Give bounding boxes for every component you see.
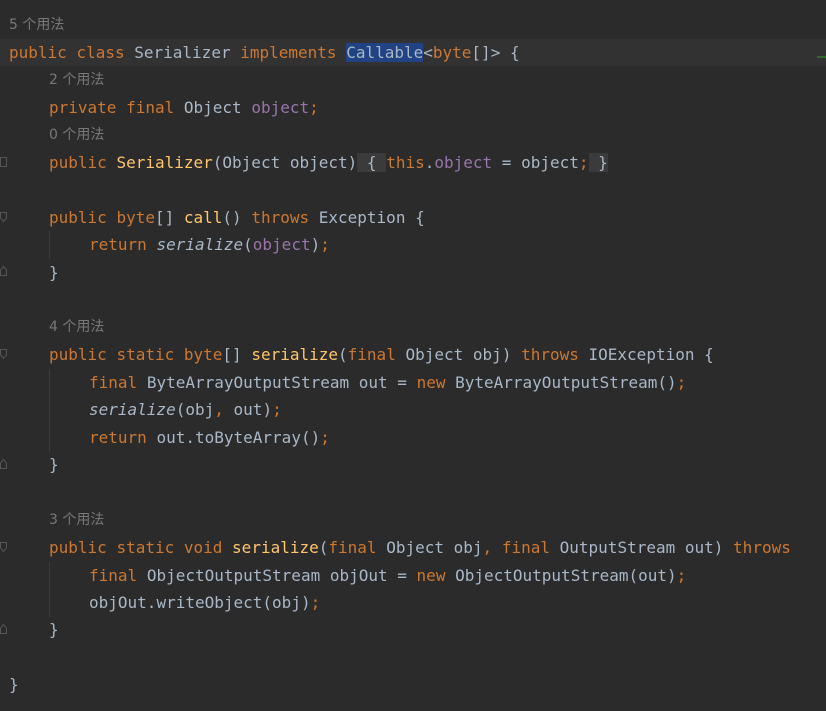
usage-hint[interactable]: 0 个用法 — [49, 122, 104, 149]
type-name: Object — [222, 153, 281, 172]
keyword: final — [89, 373, 138, 392]
usage-hint-line: 2 个用法 — [0, 67, 826, 94]
keyword: return — [89, 235, 147, 254]
variable-name: out — [233, 400, 263, 419]
parameter-name: obj — [453, 538, 483, 557]
code-line[interactable]: } — [0, 671, 826, 698]
keyword: return — [89, 428, 147, 447]
code-line[interactable]: return out.toByteArray(); — [0, 424, 826, 451]
type-name: ByteArrayOutputStream — [455, 373, 658, 392]
code-line[interactable]: } — [0, 259, 826, 286]
type-name: ByteArrayOutputStream — [146, 373, 350, 392]
variable-name: out — [156, 428, 186, 447]
code-line[interactable]: private final Object object; — [0, 94, 826, 121]
keyword: void — [183, 538, 223, 557]
field-name: object — [434, 153, 493, 172]
keyword: public — [49, 208, 107, 227]
method-call: serialize — [89, 400, 176, 419]
keyword: public — [49, 538, 107, 557]
folded-region[interactable]: } — [588, 153, 608, 172]
usage-hint[interactable]: 3 个用法 — [49, 507, 104, 534]
code-line[interactable]: public static void serialize(final Objec… — [0, 534, 826, 561]
type-name: ObjectOutputStream — [146, 566, 321, 585]
type-name: ObjectOutputStream — [455, 566, 629, 585]
usage-hint-line: 5 个用法 — [0, 12, 826, 39]
variable-name: out — [358, 373, 388, 392]
constructor-name: Serializer — [116, 153, 213, 172]
keyword: byte — [183, 345, 223, 364]
code-line[interactable]: } — [0, 616, 826, 643]
keyword: implements — [240, 43, 337, 62]
keyword: this — [386, 153, 425, 172]
keyword: final — [501, 538, 550, 557]
class-name: Serializer — [134, 43, 231, 62]
folded-region[interactable]: { — [357, 153, 387, 172]
type-name: Exception — [318, 208, 406, 227]
code-line[interactable]: public Serializer(Object object) { this.… — [0, 149, 826, 176]
code-line[interactable]: return serialize(object); — [0, 231, 826, 258]
method-name: call — [183, 208, 223, 227]
keyword: byte — [116, 208, 155, 227]
field-name: object — [251, 98, 310, 117]
parameter-name: obj — [272, 593, 301, 612]
keyword: public — [49, 153, 107, 172]
keyword: public — [49, 345, 107, 364]
code-editor[interactable]: 5 个用法 public class Serializer implements… — [0, 0, 826, 711]
method-name: serialize — [232, 538, 319, 557]
selected-type: Callable — [346, 43, 424, 62]
keyword: static — [116, 538, 175, 557]
method-name: serialize — [251, 345, 339, 364]
parameter-name: object — [521, 153, 579, 172]
keyword: public — [9, 43, 67, 62]
keyword: new — [416, 373, 446, 392]
usage-hint-line: 3 个用法 — [0, 507, 826, 534]
usage-hint-line: 0 个用法 — [0, 122, 826, 149]
keyword: throws — [733, 538, 791, 557]
method-call: writeObject — [156, 593, 263, 612]
code-line[interactable]: public class Serializer implements Calla… — [0, 39, 826, 66]
keyword: class — [76, 43, 125, 62]
code-line[interactable]: final ByteArrayOutputStream out = new By… — [0, 369, 826, 396]
usage-hint-line: 4 个用法 — [0, 314, 826, 341]
parameter-name: obj — [185, 400, 215, 419]
keyword: private — [49, 98, 117, 117]
change-marker[interactable] — [817, 56, 826, 58]
keyword: throws — [251, 208, 310, 227]
code-line[interactable]: public byte[] call() throws Exception { — [0, 204, 826, 231]
variable-name: objOut — [89, 593, 147, 612]
variable-name: objOut — [329, 566, 388, 585]
keyword: final — [328, 538, 377, 557]
code-line[interactable]: final ObjectOutputStream objOut = new Ob… — [0, 562, 826, 589]
usage-hint[interactable]: 2 个用法 — [49, 67, 104, 94]
type-name: IOException — [588, 345, 695, 364]
code-line[interactable]: serialize(obj, out); — [0, 396, 826, 423]
method-call: serialize — [156, 235, 244, 254]
parameter-name: out — [684, 538, 714, 557]
code-line[interactable]: objOut.writeObject(obj); — [0, 589, 826, 616]
type-name: Object — [183, 98, 242, 117]
usage-hint[interactable]: 4 个用法 — [49, 314, 104, 341]
type-name: OutputStream — [559, 538, 676, 557]
code-line[interactable]: } — [0, 451, 826, 478]
keyword: final — [126, 98, 175, 117]
keyword: static — [116, 345, 175, 364]
code-line[interactable]: public static byte[] serialize(final Obj… — [0, 341, 826, 368]
parameter-name: obj — [472, 345, 502, 364]
method-call: toByteArray — [194, 428, 301, 447]
keyword: throws — [521, 345, 579, 364]
parameter-name: out — [638, 566, 668, 585]
keyword: byte — [432, 43, 472, 62]
keyword: final — [89, 566, 138, 585]
keyword: new — [416, 566, 446, 585]
type-name: Object — [386, 538, 444, 557]
keyword: final — [347, 345, 396, 364]
field-name: object — [252, 235, 311, 254]
usage-hint[interactable]: 5 个用法 — [9, 12, 64, 39]
parameter-name: object — [289, 153, 348, 172]
type-name: Object — [405, 345, 464, 364]
